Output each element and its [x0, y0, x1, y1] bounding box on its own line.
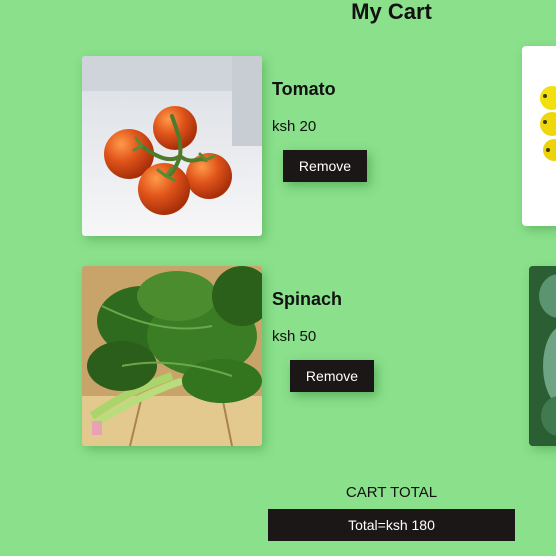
product-name-spinach: Spinach	[272, 289, 343, 309]
spinach-image	[82, 266, 262, 446]
remove-spinach-button[interactable]: Remove	[290, 360, 374, 392]
next-item-image-partial	[522, 46, 556, 226]
cart-total-heading: CART TOTAL	[345, 484, 438, 501]
cart-total-value: Total=ksh 180	[268, 509, 515, 541]
product-price-spinach: ksh 50	[272, 328, 317, 345]
tomato-image	[82, 56, 262, 236]
remove-tomato-button[interactable]: Remove	[283, 150, 367, 182]
page-title: My Cart	[351, 0, 432, 24]
product-name-tomato: Tomato	[272, 79, 336, 99]
next-item-image-partial-2	[529, 266, 556, 446]
product-price-tomato: ksh 20	[272, 118, 317, 135]
